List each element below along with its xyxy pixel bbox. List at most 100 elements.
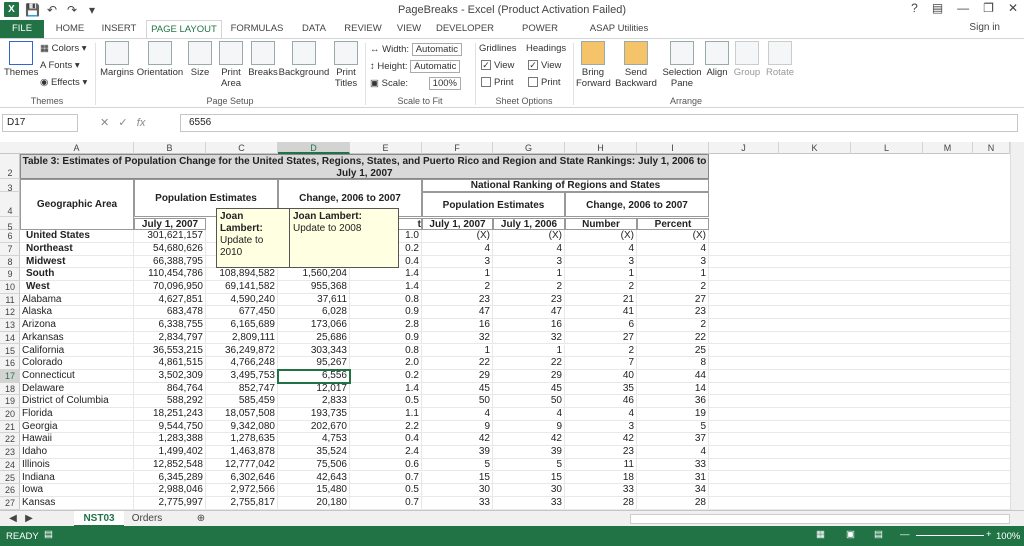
cell-h[interactable]: 27 [565, 331, 637, 345]
worksheet-grid[interactable]: ABCDEFGHIJKLMN 2 3 4 5 6 7 8 9 10 11 12 13 14 15 16 17 1… [0, 142, 1024, 510]
cell-a[interactable]: Arizona [20, 319, 134, 332]
cell-f[interactable]: 5 [422, 458, 493, 472]
cell-e[interactable]: 1.1 [350, 408, 422, 421]
cell-e[interactable]: 0.7 [350, 496, 422, 510]
next-sheet-icon[interactable]: ▶ [22, 511, 36, 527]
cell-c[interactable]: 2,972,566 [206, 484, 278, 497]
cell-b[interactable]: 1,499,402 [134, 446, 206, 459]
cell-b[interactable]: 4,861,515 [134, 357, 206, 370]
cell-e[interactable]: 1.4 [350, 268, 422, 281]
cell-e[interactable]: 0.5 [350, 395, 422, 408]
national-ranking-header[interactable]: National Ranking of Regions and States [422, 179, 709, 193]
cell-g[interactable]: 4 [493, 408, 565, 421]
row-header[interactable]: 25 [0, 472, 20, 485]
cell-e[interactable]: 0.9 [350, 306, 422, 320]
cell-i[interactable]: 34 [637, 484, 709, 497]
row-header[interactable]: 12 [0, 306, 20, 320]
cell-i[interactable]: 2 [637, 319, 709, 332]
row-header[interactable]: 19 [0, 395, 20, 408]
cell-b[interactable]: 18,251,243 [134, 408, 206, 421]
cell-c[interactable]: 69,141,582 [206, 281, 278, 294]
cell-a[interactable]: Alaska [20, 306, 134, 320]
cell-a[interactable]: United States [20, 230, 134, 243]
cell-i[interactable]: 8 [637, 357, 709, 370]
cell-e[interactable]: 0.7 [350, 471, 422, 485]
cell-f[interactable]: 45 [422, 382, 493, 396]
cell-f[interactable]: 22 [422, 357, 493, 370]
insert-function-icon[interactable]: fx [137, 117, 146, 129]
cell-f[interactable]: 42 [422, 433, 493, 447]
cell-g[interactable]: 32 [493, 331, 565, 345]
cell-c[interactable]: 6,302,646 [206, 471, 278, 485]
cell-a[interactable]: Alabama [20, 293, 134, 307]
row-header[interactable]: 17 [0, 369, 20, 383]
cell-h[interactable]: 4 [565, 242, 637, 256]
cell-g[interactable]: 45 [493, 382, 565, 396]
cell-c[interactable]: 4,766,248 [206, 357, 278, 370]
comment-box[interactable]: Joan Lambert: Update to 2008 [289, 208, 399, 268]
cell-g[interactable]: 50 [493, 395, 565, 408]
cell-g[interactable]: 22 [493, 357, 565, 370]
cell-e[interactable]: 2.8 [350, 319, 422, 332]
cell-b[interactable]: 2,775,997 [134, 496, 206, 510]
cell-f[interactable]: 4 [422, 242, 493, 256]
column-header-f[interactable]: F [422, 142, 493, 154]
cell-h[interactable]: 41 [565, 306, 637, 320]
cell-c[interactable]: 2,755,817 [206, 496, 278, 510]
cell-e[interactable]: 2.2 [350, 420, 422, 434]
cell-b[interactable]: 2,834,797 [134, 331, 206, 345]
cell-h[interactable]: 35 [565, 382, 637, 396]
cell-i[interactable]: 25 [637, 344, 709, 358]
cell-c[interactable]: 852,747 [206, 382, 278, 396]
cell-g[interactable]: 39 [493, 446, 565, 459]
cell-b[interactable]: 54,680,626 [134, 242, 206, 256]
cell-e[interactable]: 1.4 [350, 281, 422, 294]
cell-b[interactable]: 66,388,795 [134, 255, 206, 269]
name-box[interactable]: D17 [2, 114, 78, 132]
cell-h[interactable]: 18 [565, 471, 637, 485]
row-header[interactable]: 4 [0, 192, 20, 218]
cell-a[interactable]: South [20, 268, 134, 281]
cell-f[interactable]: 1 [422, 344, 493, 358]
page-layout-view-icon[interactable]: ▣ [846, 529, 855, 540]
cell-b[interactable]: 1,283,388 [134, 433, 206, 447]
cell-b[interactable]: 588,292 [134, 395, 206, 408]
row-header[interactable]: 22 [0, 433, 20, 447]
column-header-c[interactable]: C [206, 142, 278, 154]
cell-c[interactable]: 12,777,042 [206, 458, 278, 472]
cell-g[interactable]: 5 [493, 458, 565, 472]
cell-i[interactable]: 33 [637, 458, 709, 472]
column-header-l[interactable]: L [851, 142, 923, 154]
cell-a[interactable]: Northeast [20, 242, 134, 256]
cell-e[interactable]: 2.0 [350, 357, 422, 370]
cell-b[interactable]: 6,338,755 [134, 319, 206, 332]
formula-input[interactable]: 6556 [180, 114, 1018, 132]
fonts-button[interactable]: A Fonts ▾ [40, 60, 80, 72]
cell-c[interactable]: 1,463,878 [206, 446, 278, 459]
cell-g[interactable]: (X) [493, 230, 565, 243]
cell-g[interactable]: 29 [493, 369, 565, 383]
row-header[interactable]: 18 [0, 383, 20, 396]
cell-b[interactable]: 110,454,786 [134, 268, 206, 281]
row-header[interactable]: 8 [0, 256, 20, 269]
cell-d[interactable]: 25,686 [278, 331, 350, 345]
close-icon[interactable]: ✕ [1008, 1, 1018, 15]
gridlines-print-checkbox[interactable]: Print [481, 77, 514, 89]
cell-h[interactable]: 28 [565, 496, 637, 510]
selection-pane-button[interactable]: Selection Pane [662, 41, 702, 89]
rank-number-header[interactable]: Number [565, 217, 637, 231]
row-header[interactable]: 26 [0, 484, 20, 497]
cell-h[interactable]: 33 [565, 484, 637, 497]
comment-box[interactable]: Joan Lambert: Update to 2010 [216, 208, 290, 268]
geographic-area-header[interactable]: Geographic Area [20, 179, 134, 231]
cell-d[interactable]: 1,560,204 [278, 268, 350, 281]
cell-a[interactable]: Arkansas [20, 331, 134, 345]
cell-f[interactable]: 2 [422, 281, 493, 294]
themes-button[interactable]: Themes [4, 41, 38, 78]
cell-b[interactable]: 301,621,157 [134, 230, 206, 243]
cell-d[interactable]: 6,028 [278, 306, 350, 320]
cell-h[interactable]: 2 [565, 344, 637, 358]
row-header[interactable]: 9 [0, 268, 20, 281]
zoom-slider[interactable] [916, 535, 984, 536]
row-header[interactable]: 6 [0, 230, 20, 243]
